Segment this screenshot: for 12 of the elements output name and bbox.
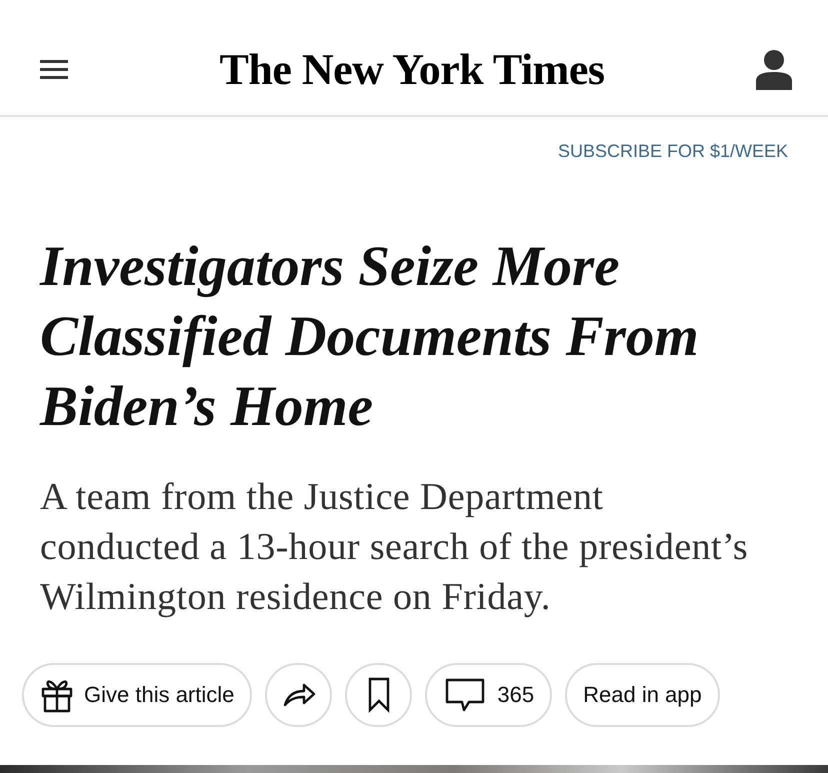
- subscribe-link[interactable]: SUBSCRIBE FOR $1/WEEK: [558, 139, 788, 163]
- comments-button[interactable]: 365: [425, 663, 552, 727]
- newspaper-logo[interactable]: The New York Times: [220, 44, 604, 96]
- speech-bubble-icon: [445, 678, 486, 712]
- read-in-app-button[interactable]: Read in app: [565, 663, 720, 727]
- headline: Investigators Seize More Classified Documents From Biden’s Home: [40, 234, 700, 440]
- account-icon[interactable]: [756, 50, 792, 90]
- article-summary: A team from the Justice Department conducted a 13-hour search of the president’s Wilmington residence on Friday.: [40, 475, 750, 620]
- menu-icon[interactable]: [40, 60, 68, 79]
- give-article-button[interactable]: Give this article: [22, 663, 252, 727]
- share-arrow-icon: [282, 682, 316, 708]
- bookmark-icon: [368, 677, 390, 713]
